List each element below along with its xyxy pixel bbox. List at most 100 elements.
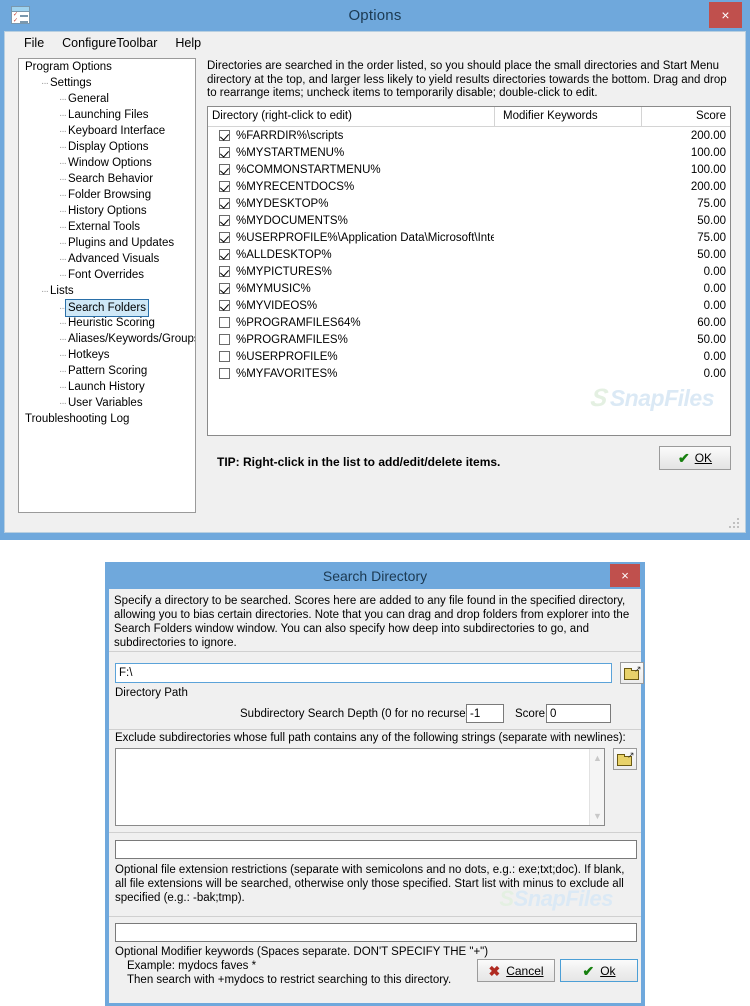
directory-path-input[interactable] xyxy=(115,663,612,683)
table-row[interactable]: %MYRECENTDOCS% 200.00 xyxy=(208,178,730,195)
table-row[interactable]: %ALLDESKTOP% 50.00 xyxy=(208,246,730,263)
row-checkbox[interactable] xyxy=(219,164,230,175)
column-header-modifier-keywords[interactable]: Modifier Keywords xyxy=(495,107,642,126)
tree-item-pattern-scoring[interactable]: ··· Pattern Scoring xyxy=(19,363,195,379)
row-checkbox[interactable] xyxy=(219,300,230,311)
tree-item-lists[interactable]: ··· Lists xyxy=(19,283,195,299)
row-checkbox[interactable] xyxy=(219,334,230,345)
tree-item-heuristic-scoring[interactable]: ··· Heuristic Scoring xyxy=(19,315,195,331)
row-checkbox[interactable] xyxy=(219,351,230,362)
column-header-directory[interactable]: Directory (right-click to edit) xyxy=(208,107,495,126)
column-header-score[interactable]: Score xyxy=(642,107,730,126)
tree-item-plugins-and-updates[interactable]: ··· Plugins and Updates xyxy=(19,235,195,251)
menu-item-configuretoolbar[interactable]: ConfigureToolbar xyxy=(53,36,166,50)
table-row[interactable]: %COMMONSTARTMENU% 100.00 xyxy=(208,161,730,178)
options-tree[interactable]: Program Options ··· Settings ··· General ··… xyxy=(18,58,196,513)
divider xyxy=(109,916,641,917)
tree-connector-icon: ··· xyxy=(59,142,67,153)
tree-item-label: Aliases/Keywords/Groups xyxy=(68,333,196,345)
table-row[interactable]: %FARRDIR%\scripts 200.00 xyxy=(208,127,730,144)
tree-item-general[interactable]: ··· General xyxy=(19,91,195,107)
exclude-textarea[interactable]: ▲ ▼ xyxy=(115,748,605,826)
tree-item-font-overrides[interactable]: ··· Font Overrides xyxy=(19,267,195,283)
ok-button[interactable]: ✔ OK xyxy=(659,446,731,470)
tree-item-label: Window Options xyxy=(68,157,152,169)
file-extensions-input[interactable] xyxy=(115,840,637,859)
modifier-keywords-input[interactable] xyxy=(115,923,637,942)
tree-item-search-behavior[interactable]: ··· Search Behavior xyxy=(19,171,195,187)
row-checkbox[interactable] xyxy=(219,198,230,209)
tree-item-external-tools[interactable]: ··· External Tools xyxy=(19,219,195,235)
table-row[interactable]: %MYPICTURES% 0.00 xyxy=(208,263,730,280)
browse-exclude-button[interactable]: ↗ xyxy=(613,748,637,770)
resize-grip[interactable] xyxy=(729,518,740,529)
score-input[interactable] xyxy=(546,704,611,723)
row-checkbox[interactable] xyxy=(219,249,230,260)
tree-item-keyboard-interface[interactable]: ··· Keyboard Interface xyxy=(19,123,195,139)
table-row[interactable]: %MYFAVORITES% 0.00 xyxy=(208,365,730,382)
cell-score: 50.00 xyxy=(697,214,726,227)
table-row[interactable]: %MYSTARTMENU% 100.00 xyxy=(208,144,730,161)
tree-item-troubleshooting-log[interactable]: Troubleshooting Log xyxy=(19,411,195,427)
subdirectory-depth-input[interactable] xyxy=(466,704,504,723)
tree-item-folder-browsing[interactable]: ··· Folder Browsing xyxy=(19,187,195,203)
exclude-scrollbar[interactable]: ▲ ▼ xyxy=(589,749,604,825)
divider xyxy=(109,832,641,833)
menubar: File ConfigureToolbar Help xyxy=(5,32,745,53)
table-row[interactable]: %MYDESKTOP% 75.00 xyxy=(208,195,730,212)
row-checkbox[interactable] xyxy=(219,130,230,141)
cancel-button[interactable]: ✖ Cancel xyxy=(477,959,555,982)
close-icon[interactable]: × xyxy=(709,2,742,28)
tree-item-window-options[interactable]: ··· Window Options xyxy=(19,155,195,171)
row-checkbox[interactable] xyxy=(219,215,230,226)
table-row[interactable]: %MYVIDEOS% 0.00 xyxy=(208,297,730,314)
tree-item-program-options[interactable]: Program Options xyxy=(19,59,195,75)
search-folders-description: Directories are searched in the order li… xyxy=(207,60,727,99)
folder-open-icon: ↗ xyxy=(623,665,642,680)
table-row[interactable]: %PROGRAMFILES64% 60.00 xyxy=(208,314,730,331)
cell-score: 0.00 xyxy=(703,367,726,380)
search-folders-listview[interactable]: Directory (right-click to edit) Modifier… xyxy=(207,106,731,436)
tree-item-label: Display Options xyxy=(68,141,149,153)
tree-item-label: Heuristic Scoring xyxy=(68,317,155,329)
tree-item-hotkeys[interactable]: ··· Hotkeys xyxy=(19,347,195,363)
row-checkbox[interactable] xyxy=(219,232,230,243)
cell-score: 50.00 xyxy=(697,248,726,261)
ok-button-label: Ok xyxy=(600,963,616,978)
menu-item-help[interactable]: Help xyxy=(166,36,210,50)
row-checkbox[interactable] xyxy=(219,368,230,379)
tree-item-settings[interactable]: ··· Settings xyxy=(19,75,195,91)
search-directory-titlebar[interactable]: Search Directory × xyxy=(105,562,645,589)
row-checkbox[interactable] xyxy=(219,181,230,192)
row-checkbox[interactable] xyxy=(219,266,230,277)
chevron-up-icon[interactable]: ▲ xyxy=(590,751,605,765)
tree-item-user-variables[interactable]: ··· User Variables xyxy=(19,395,195,411)
search-directory-dialog: Search Directory × Specify a directory t… xyxy=(105,562,645,1006)
tree-item-advanced-visuals[interactable]: ··· Advanced Visuals xyxy=(19,251,195,267)
tree-item-launch-history[interactable]: ··· Launch History xyxy=(19,379,195,395)
tree-item-history-options[interactable]: ··· History Options xyxy=(19,203,195,219)
cell-score: 75.00 xyxy=(697,197,726,210)
browse-directory-button[interactable]: ↗ xyxy=(620,662,644,684)
menu-item-file[interactable]: File xyxy=(15,36,53,50)
tree-item-aliases-keywords-groups[interactable]: ··· Aliases/Keywords/Groups xyxy=(19,331,195,347)
tree-item-label: General xyxy=(68,93,109,105)
cell-directory: %PROGRAMFILES% xyxy=(236,333,348,346)
tree-item-search-folders[interactable]: ··· Search Folders xyxy=(19,299,195,317)
table-row[interactable]: %MYDOCUMENTS% 50.00 xyxy=(208,212,730,229)
tree-item-launching-files[interactable]: ··· Launching Files xyxy=(19,107,195,123)
row-checkbox[interactable] xyxy=(219,317,230,328)
row-checkbox[interactable] xyxy=(219,147,230,158)
table-row[interactable]: %PROGRAMFILES% 50.00 xyxy=(208,331,730,348)
table-row[interactable]: %MYMUSIC% 0.00 xyxy=(208,280,730,297)
cell-directory: %MYPICTURES% xyxy=(236,265,332,278)
table-row[interactable]: %USERPROFILE% 0.00 xyxy=(208,348,730,365)
table-row[interactable]: %USERPROFILE%\Application Data\Microsoft… xyxy=(208,229,730,246)
close-icon[interactable]: × xyxy=(610,564,640,587)
modifier-caption-line2: Example: mydocs faves * xyxy=(127,960,257,972)
row-checkbox[interactable] xyxy=(219,283,230,294)
ok-button[interactable]: ✔ Ok xyxy=(560,959,638,982)
options-titlebar[interactable]: ✓ ✓ Options × xyxy=(0,0,750,31)
chevron-down-icon[interactable]: ▼ xyxy=(590,809,605,823)
tree-item-display-options[interactable]: ··· Display Options xyxy=(19,139,195,155)
